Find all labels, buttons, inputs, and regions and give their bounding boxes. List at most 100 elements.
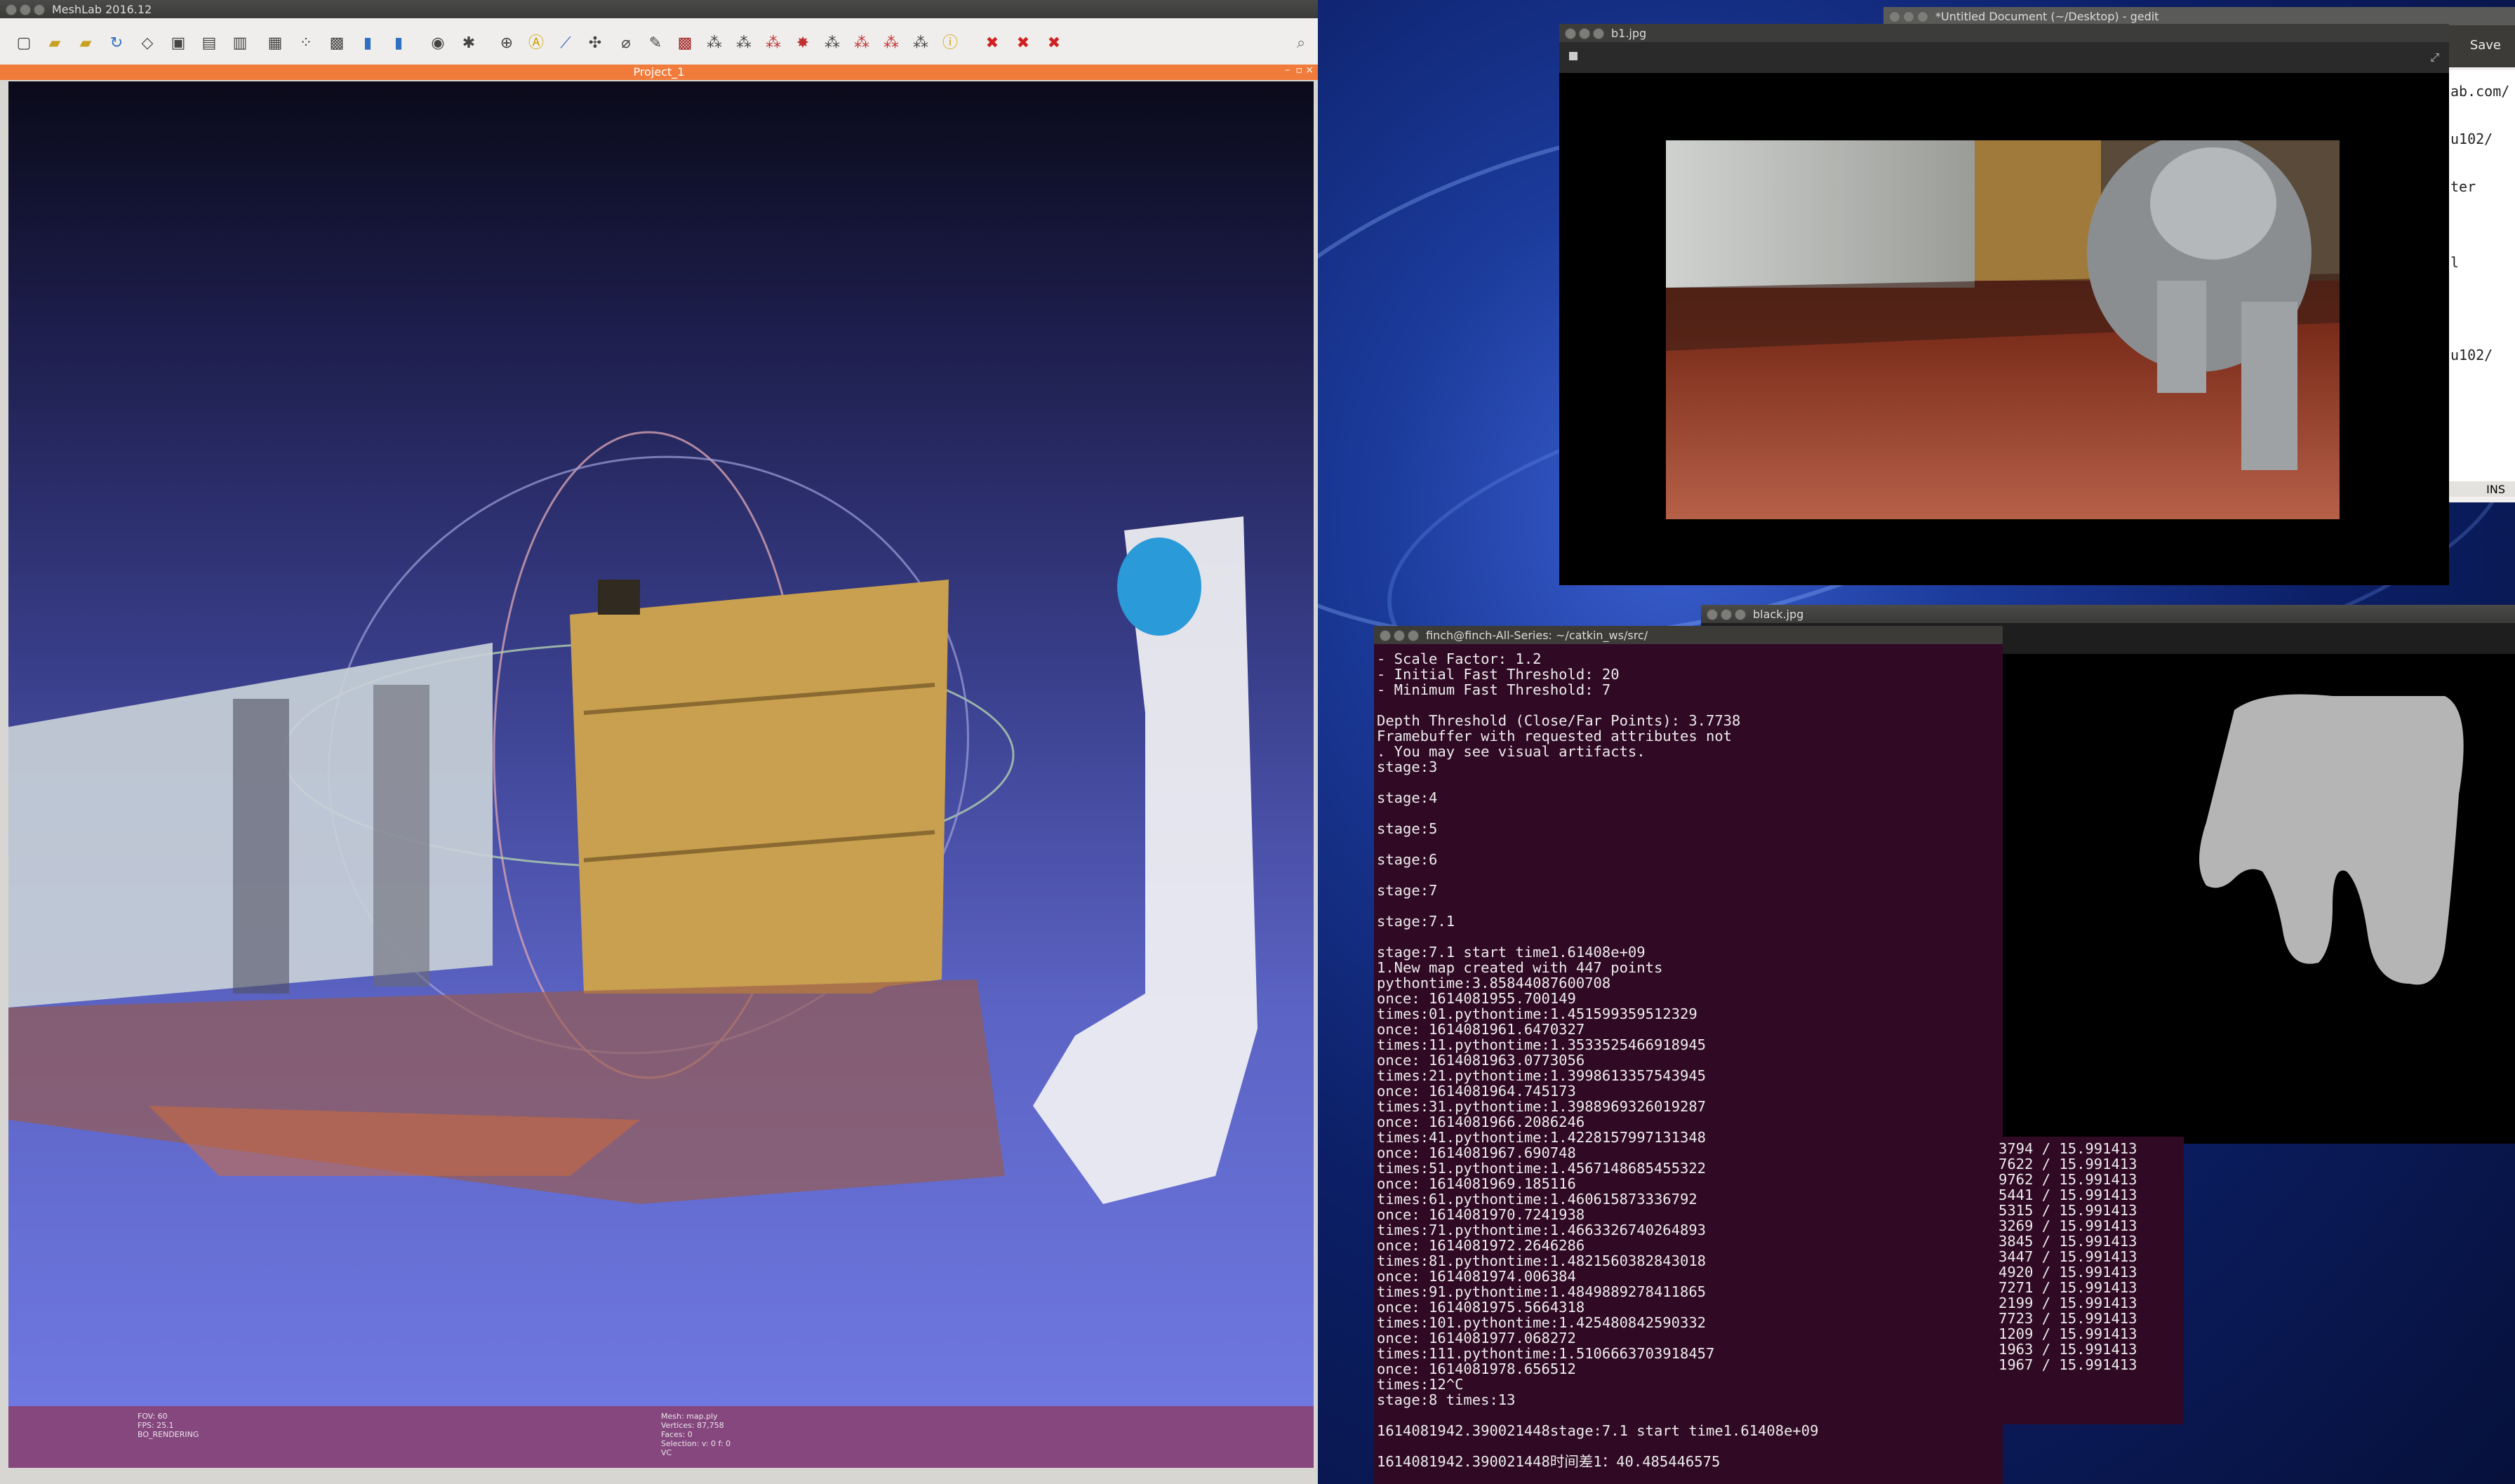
save-button[interactable]: Save [2470,38,2501,53]
select-icon[interactable]: ⁂ [881,34,901,53]
terminal-line: times:111.pythontime:1.5106663703918457 [1377,1345,1715,1362]
star-icon[interactable]: ✸ [793,34,813,53]
terminal-output[interactable]: - Scale Factor: 1.2- Initial Fast Thresh… [1377,651,1818,1469]
select-icon[interactable]: ⁂ [822,34,842,53]
b1-image-window[interactable]: b1.jpg ⤢ [1559,24,2449,585]
black-titlebar[interactable]: black.jpg [1701,605,2515,623]
paint-icon[interactable]: ⌀ [616,34,636,53]
terminal-line: 3269 / 15.991413 [1999,1217,2137,1234]
select-icon[interactable]: ⁂ [734,34,754,53]
minimize-icon[interactable] [20,4,31,15]
light-icon[interactable]: ✱ [459,34,479,53]
minimize-icon[interactable] [1721,609,1732,620]
new-file-icon[interactable]: ▢ [14,34,34,53]
terminal-line: 3845 / 15.991413 [1999,1233,2137,1250]
texture-icon[interactable]: ◉ [428,34,448,53]
import-mesh-icon[interactable]: ◇ [138,34,157,53]
trackball-icon[interactable]: ⊕ [497,34,516,53]
editor-line: ter [2450,178,2476,195]
fullscreen-icon[interactable]: ⤢ [2430,51,2439,65]
select-icon[interactable]: ⁂ [911,34,930,53]
fps-readout: FPS: 25.1 [138,1421,174,1430]
terminal-line: pythontime:3.85844087600708 [1377,975,1611,991]
select-color-icon[interactable]: ⁂ [763,34,783,53]
project-tab[interactable]: Project_1 [0,65,1318,79]
terminal-line: times:51.pythontime:1.4567148685455322 [1377,1160,1706,1177]
open-folder-icon[interactable]: ▰ [45,34,65,53]
wireframe-icon[interactable]: ▩ [327,34,347,53]
maximize-icon[interactable] [34,4,45,15]
close-icon[interactable] [1380,630,1391,641]
restore-subwindow-icon[interactable]: ▫ [1296,65,1303,76]
terminal-line: stage:4 [1377,789,1438,806]
minimize-subwindow-icon[interactable]: – [1285,65,1290,76]
terminal-line: times:21.pythontime:1.3998613357543945 [1377,1067,1706,1084]
meshlab-window[interactable]: MeshLab 2016.12 ▢ ▰ ▰ ↻ ◇ ▣ ▤ ▥ ▦ ⁘ ▩ ▮ … [0,0,1318,1484]
terminal-line: once: 1614081963.0773056 [1377,1052,1585,1069]
open-project-icon[interactable]: ▰ [76,34,95,53]
delete-icon[interactable]: ✖ [1044,34,1064,53]
select-icon[interactable]: ⁂ [852,34,872,53]
maximize-icon[interactable] [1408,630,1419,641]
close-subwindow-icon[interactable]: × [1305,65,1314,76]
b1-titlebar[interactable]: b1.jpg [1559,24,2449,42]
reload-icon[interactable]: ↻ [107,34,126,53]
gedit-statusbar: INS [2449,481,2515,497]
measure-icon[interactable]: ⟋ [556,34,575,53]
smooth-icon[interactable]: ▮ [389,34,408,53]
info-icon[interactable]: ⓘ [940,34,960,53]
close-icon[interactable] [1565,28,1576,39]
cat-photo [1666,140,2340,519]
project-tab-bar[interactable]: Project_1 – ▫ × [0,65,1318,80]
terminal-line: times:61.pythontime:1.460615873336792 [1377,1191,1697,1208]
minimize-icon[interactable] [1394,630,1405,641]
layer-icon[interactable]: ▥ [230,34,250,53]
terminal-line: once: 1614081972.2646286 [1377,1237,1585,1254]
terminal-titlebar[interactable]: finch@finch-All-Series: ~/catkin_ws/src/ [1374,626,2003,644]
delete-icon[interactable]: ✖ [1013,34,1033,53]
point-cloud-render [8,431,1258,1204]
terminal-line: stage:7.1 [1377,913,1455,930]
meshlab-titlebar[interactable]: MeshLab 2016.12 [0,0,1318,18]
maximize-icon[interactable] [1593,28,1604,39]
terminal-window-secondary[interactable]: 3794 / 15.991413 7622 / 15.991413 9762 / 1… [1994,1137,2184,1424]
delete-icon[interactable]: ✖ [982,34,1002,53]
color-icon[interactable]: ▩ [675,34,695,53]
bbox-icon[interactable]: ▦ [265,34,285,53]
3d-viewport[interactable] [8,81,1314,1406]
terminal-line: times:81.pythontime:1.4821560382843018 [1377,1252,1706,1269]
points-icon[interactable]: ⁘ [296,34,316,53]
terminal-line: once: 1614081961.6470327 [1377,1021,1585,1038]
terminal-line: 7622 / 15.991413 [1999,1156,2137,1172]
gedit-titlebar[interactable]: *Untitled Document (~/Desktop) - gedit [1883,7,2515,25]
terminal-window[interactable]: finch@finch-All-Series: ~/catkin_ws/src/… [1374,626,2003,1484]
close-icon[interactable] [1707,609,1718,620]
flat-icon[interactable]: ▮ [358,34,378,53]
minimize-icon[interactable] [1579,28,1590,39]
minimize-icon[interactable] [1903,11,1914,22]
maximize-icon[interactable] [1917,11,1928,22]
terminal-line: times:01.pythontime:1.451599359512329 [1377,1005,1697,1022]
select-icon[interactable]: ⁂ [705,34,724,53]
close-icon[interactable] [1889,11,1900,22]
window-title: *Untitled Document (~/Desktop) - gedit [1935,10,2159,23]
terminal-output[interactable]: 3794 / 15.991413 7622 / 15.991413 9762 / 1… [1999,1141,2137,1372]
terminal-line: Framebuffer with requested attributes no… [1377,728,1733,744]
terminal-line: stage:7 [1377,882,1438,899]
align-icon[interactable]: ✣ [585,34,605,53]
toolbar-icon[interactable] [1569,52,1577,60]
snapshot-icon[interactable]: ▣ [168,34,188,53]
annotation-icon[interactable]: Ⓐ [526,34,546,53]
brush-icon[interactable]: ✎ [646,34,665,53]
search-icon[interactable]: ⌕ [1291,34,1311,53]
gedit-editor[interactable]: ab.com/ u102/ ter l u102/ [2449,70,2515,491]
layer-icon[interactable]: ▤ [199,34,219,53]
maximize-icon[interactable] [1735,609,1746,620]
terminal-line: stage:8 times:13 [1377,1391,1516,1408]
close-icon[interactable] [6,4,17,15]
